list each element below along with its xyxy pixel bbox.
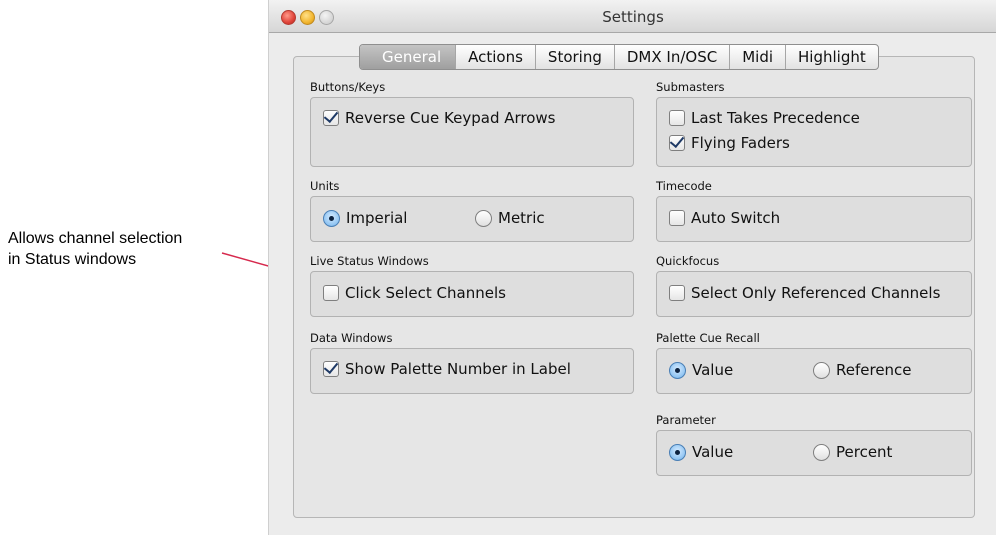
- recall-reference-label: Reference: [836, 361, 912, 379]
- recall-value-radio[interactable]: [669, 361, 686, 379]
- tab-bar: General Actions Storing DMX In/OSC Midi …: [359, 44, 879, 70]
- parameter-label: Parameter: [656, 413, 716, 427]
- imperial-radio[interactable]: [323, 209, 340, 227]
- last-takes-checkbox[interactable]: [669, 110, 685, 126]
- click-select-option[interactable]: Click Select Channels: [323, 284, 506, 302]
- tab-midi[interactable]: Midi: [729, 45, 785, 69]
- reverse-cue-option[interactable]: Reverse Cue Keypad Arrows: [323, 109, 556, 127]
- quickfocus-group: Select Only Referenced Channels: [656, 271, 972, 317]
- recall-reference-radio[interactable]: [813, 361, 830, 379]
- select-only-option[interactable]: Select Only Referenced Channels: [669, 284, 940, 302]
- tab-general[interactable]: General: [360, 45, 456, 69]
- buttons-keys-group: Reverse Cue Keypad Arrows: [310, 97, 634, 167]
- show-palette-checkbox[interactable]: [323, 361, 339, 377]
- auto-switch-option[interactable]: Auto Switch: [669, 209, 780, 227]
- timecode-label: Timecode: [656, 179, 712, 193]
- palette-cue-recall-group: Value Reference: [656, 348, 972, 394]
- metric-label: Metric: [498, 209, 545, 227]
- data-windows-label: Data Windows: [310, 331, 393, 345]
- tab-highlight[interactable]: Highlight: [785, 45, 878, 69]
- parameter-value-label: Value: [692, 443, 734, 461]
- flying-faders-checkbox[interactable]: [669, 135, 685, 151]
- recall-value-option[interactable]: Value: [669, 361, 733, 379]
- quickfocus-label: Quickfocus: [656, 254, 720, 268]
- parameter-percent-label: Percent: [836, 443, 893, 461]
- buttons-keys-label: Buttons/Keys: [310, 80, 386, 94]
- data-windows-group: Show Palette Number in Label: [310, 348, 634, 394]
- metric-radio[interactable]: [475, 209, 492, 227]
- show-palette-option[interactable]: Show Palette Number in Label: [323, 360, 571, 378]
- palette-cue-recall-label: Palette Cue Recall: [656, 331, 760, 345]
- flying-faders-label: Flying Faders: [691, 134, 790, 152]
- select-only-label: Select Only Referenced Channels: [691, 284, 941, 302]
- tab-storing[interactable]: Storing: [534, 45, 614, 69]
- live-status-group: Click Select Channels: [310, 271, 634, 317]
- parameter-value-radio[interactable]: [669, 443, 686, 461]
- general-panel: Buttons/Keys Reverse Cue Keypad Arrows S…: [293, 56, 975, 518]
- parameter-percent-radio[interactable]: [813, 443, 830, 461]
- flying-faders-option[interactable]: Flying Faders: [669, 134, 790, 152]
- imperial-label: Imperial: [346, 209, 408, 227]
- units-label: Units: [310, 179, 340, 193]
- click-select-checkbox[interactable]: [323, 285, 339, 301]
- last-takes-label: Last Takes Precedence: [691, 109, 860, 127]
- tab-dmx-in-osc[interactable]: DMX In/OSC: [613, 45, 729, 69]
- units-group: Imperial Metric: [310, 196, 634, 242]
- last-takes-option[interactable]: Last Takes Precedence: [669, 109, 860, 127]
- reverse-cue-label: Reverse Cue Keypad Arrows: [345, 109, 556, 127]
- recall-value-label: Value: [692, 361, 734, 379]
- reverse-cue-checkbox[interactable]: [323, 110, 339, 126]
- settings-window: Settings General Actions Storing DMX In/…: [268, 0, 996, 535]
- submasters-group: Last Takes Precedence Flying Faders: [656, 97, 972, 167]
- show-palette-label: Show Palette Number in Label: [345, 360, 571, 378]
- click-select-label: Click Select Channels: [345, 284, 506, 302]
- metric-option[interactable]: Metric: [475, 209, 545, 227]
- parameter-value-option[interactable]: Value: [669, 443, 733, 461]
- submasters-label: Submasters: [656, 80, 725, 94]
- select-only-checkbox[interactable]: [669, 285, 685, 301]
- window-title: Settings: [602, 8, 664, 26]
- auto-switch-checkbox[interactable]: [669, 210, 685, 226]
- tab-actions[interactable]: Actions: [455, 45, 535, 69]
- timecode-group: Auto Switch: [656, 196, 972, 242]
- parameter-group: Value Percent: [656, 430, 972, 476]
- imperial-option[interactable]: Imperial: [323, 209, 407, 227]
- auto-switch-label: Auto Switch: [691, 209, 781, 227]
- title-bar: Settings: [269, 0, 996, 33]
- parameter-percent-option[interactable]: Percent: [813, 443, 892, 461]
- recall-reference-option[interactable]: Reference: [813, 361, 912, 379]
- live-status-label: Live Status Windows: [310, 254, 429, 268]
